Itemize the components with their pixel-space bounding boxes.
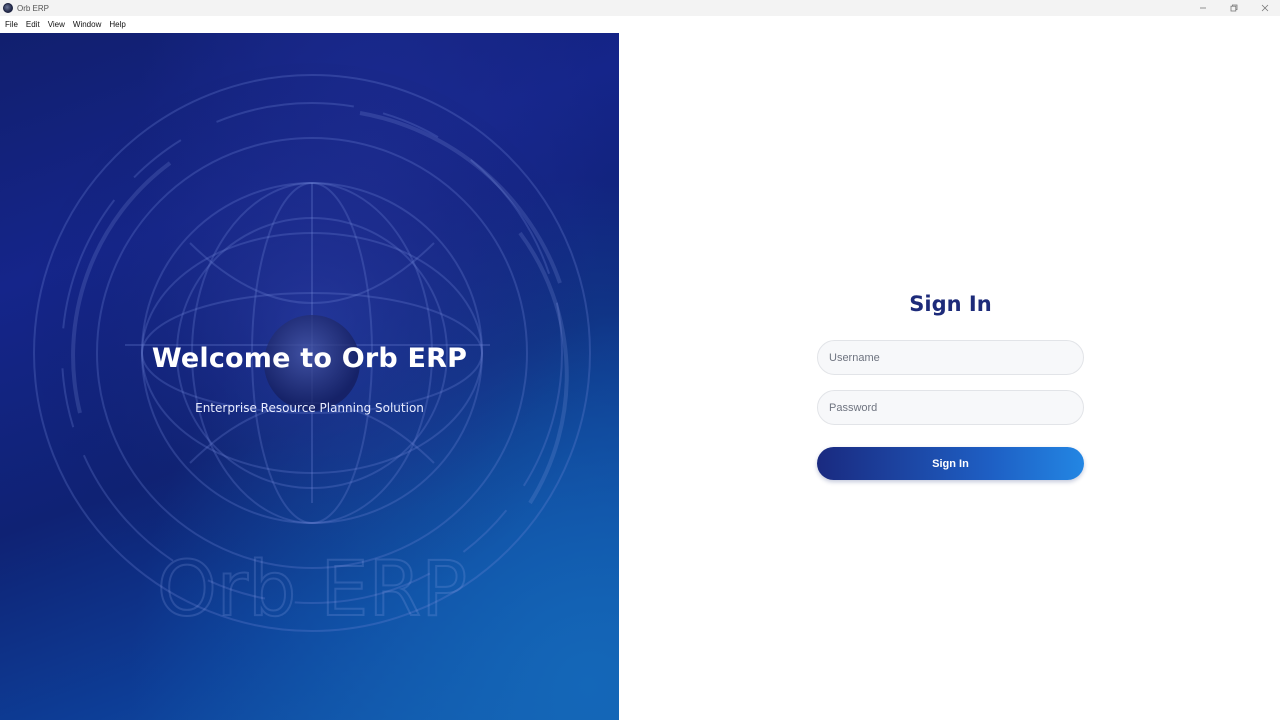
watermark-text: Orb ERP [157,544,467,633]
orb-app-icon [3,3,13,13]
maximize-button[interactable] [1218,0,1249,16]
sign-in-heading: Sign In [909,292,992,316]
window-titlebar: Orb ERP [0,0,1280,16]
window-controls [1187,0,1280,16]
welcome-title: Welcome to Orb ERP [151,343,468,374]
menu-file[interactable]: File [5,20,18,29]
welcome-hero-panel: Orb ERP Welcome to Orb ERP Enterprise Re… [0,33,619,720]
welcome-subtitle: Enterprise Resource Planning Solution [195,401,424,415]
restore-icon [1230,4,1237,12]
window-title: Orb ERP [17,3,50,13]
minimize-button[interactable] [1187,0,1218,16]
menu-edit[interactable]: Edit [26,20,40,29]
orb-background-art: Orb ERP [22,63,602,643]
menu-bar: File Edit View Window Help [0,16,1280,33]
minimize-icon [1199,7,1206,9]
menu-view[interactable]: View [48,20,65,29]
menu-help[interactable]: Help [109,20,125,29]
close-button[interactable] [1249,0,1280,16]
password-input[interactable] [817,390,1084,425]
menu-window[interactable]: Window [73,20,101,29]
sign-in-button[interactable]: Sign In [817,447,1084,480]
username-input[interactable] [817,340,1084,375]
close-icon [1261,4,1268,12]
